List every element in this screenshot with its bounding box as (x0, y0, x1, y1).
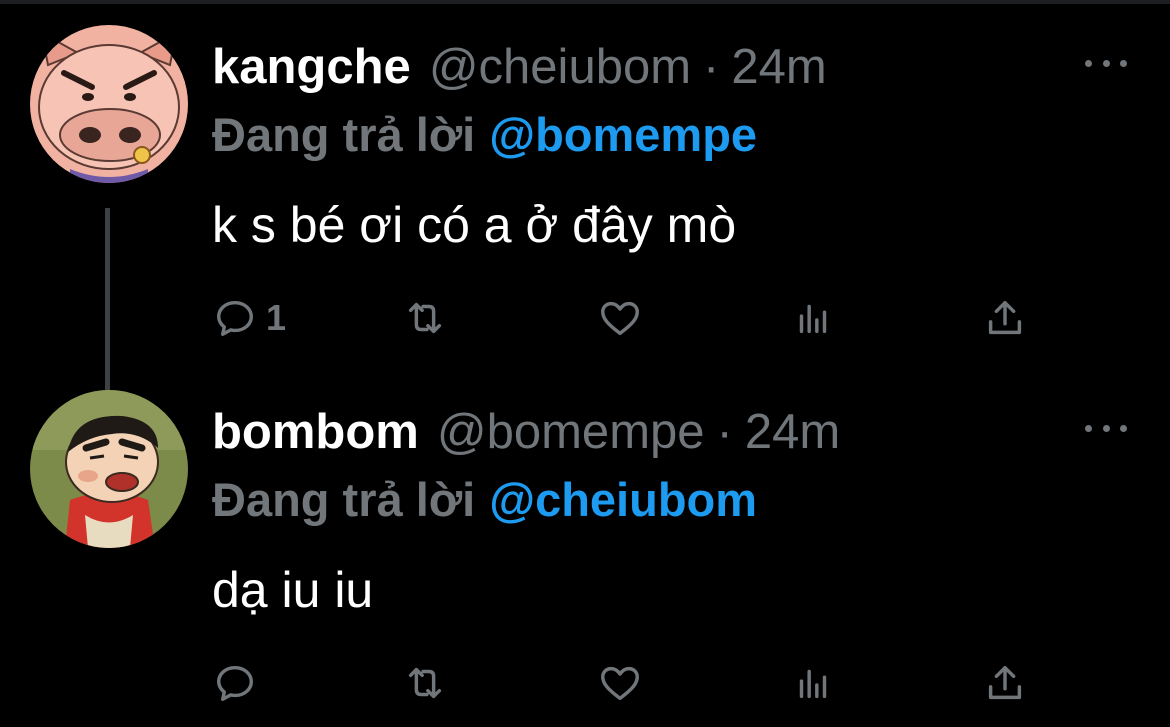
display-name[interactable]: kangche (212, 37, 411, 97)
reply-mention-link[interactable]: @cheiubom (489, 473, 757, 526)
heart-icon (601, 666, 639, 701)
timestamp[interactable]: 24m (745, 402, 840, 462)
like-button[interactable] (597, 658, 643, 708)
views-button[interactable] (790, 658, 836, 708)
replying-to-label: Đang trả lời (212, 473, 476, 526)
reply-icon (216, 665, 254, 702)
replying-to: Đang trả lời @cheiubom (212, 472, 757, 528)
user-handle[interactable]: @cheiubom (429, 37, 691, 97)
replying-to-label: Đang trả lời (212, 108, 476, 161)
views-button[interactable] (790, 293, 836, 343)
retweet-icon (408, 302, 442, 334)
reply-count: 1 (266, 297, 287, 338)
avatar[interactable] (30, 390, 188, 548)
user-handle[interactable]: @bomempe (437, 402, 705, 462)
views-icon (799, 669, 827, 699)
retweet-icon (408, 667, 442, 699)
separator-dot: · (703, 40, 720, 94)
share-icon (988, 300, 1022, 335)
separator-dot: · (716, 405, 733, 459)
tweet-text: k s bé ơi có a ở đây mò (212, 197, 737, 253)
tweet-header: bombom @bomempe · 24m (212, 402, 840, 462)
retweet-button[interactable] (402, 658, 448, 708)
tweet-header: kangche @cheiubom · 24m (212, 37, 827, 97)
tweet-actions (212, 658, 1042, 708)
pig-cartoon-avatar (30, 25, 188, 183)
retweet-button[interactable] (402, 293, 448, 343)
more-icon[interactable] (1085, 53, 1127, 73)
reply-button[interactable] (212, 658, 266, 708)
reply-icon (216, 300, 254, 337)
heart-icon (601, 301, 639, 336)
avatar[interactable] (30, 25, 188, 183)
top-divider (0, 0, 1170, 4)
share-button[interactable] (982, 658, 1028, 708)
share-icon (988, 665, 1022, 700)
share-button[interactable] (982, 293, 1028, 343)
thread-connector-line (105, 208, 110, 413)
reply-mention-link[interactable]: @bomempe (489, 108, 757, 161)
display-name[interactable]: bombom (212, 402, 419, 462)
tweet-text: dạ iu iu (212, 562, 374, 618)
replying-to: Đang trả lời @bomempe (212, 107, 757, 163)
more-icon[interactable] (1085, 418, 1127, 438)
like-button[interactable] (597, 293, 643, 343)
reply-button[interactable]: 1 (212, 293, 286, 343)
timestamp[interactable]: 24m (731, 37, 826, 97)
views-icon (799, 304, 827, 334)
shinchan-cartoon-avatar (30, 390, 188, 548)
tweet-actions: 1 (212, 293, 1042, 343)
